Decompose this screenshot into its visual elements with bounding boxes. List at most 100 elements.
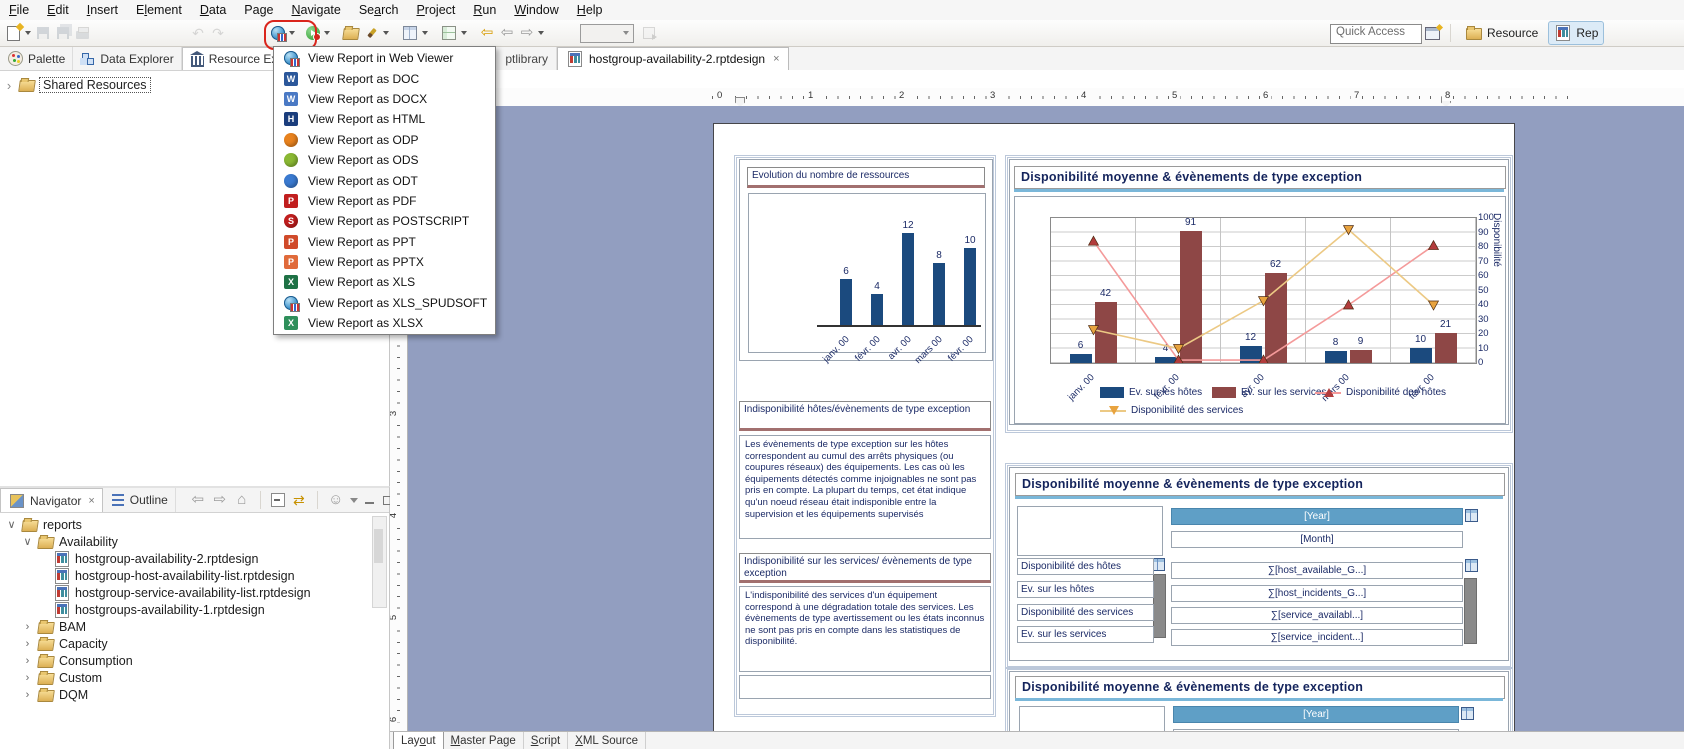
forward-icon[interactable]: ⇨	[212, 492, 228, 508]
crosstab-measure-cell[interactable]: ∑[host_available_G...]	[1171, 562, 1463, 579]
dropdown-caret-icon[interactable]	[461, 31, 467, 35]
menu-window[interactable]: Window	[505, 1, 567, 19]
twistie-expanded-icon[interactable]: ∨	[6, 518, 17, 531]
menu-data[interactable]: Data	[191, 1, 235, 19]
pin-editor-button[interactable]	[638, 22, 660, 44]
bar[interactable]	[840, 279, 852, 325]
crosstab-grid-icon[interactable]	[1461, 707, 1474, 720]
menu-item-view-report-as-docx[interactable]: WView Report as DOCX	[274, 89, 495, 109]
minimize-icon[interactable]	[364, 494, 376, 506]
left-chart-block[interactable]: Evolution du nombre de ressources 6janv.…	[739, 159, 993, 361]
menu-item-view-report-as-pdf[interactable]: PView Report as PDF	[274, 191, 495, 211]
print-button[interactable]	[73, 22, 92, 44]
perspective-resource-button[interactable]: Resource	[1460, 22, 1543, 44]
tab-palette[interactable]: Palette	[0, 47, 73, 70]
quick-access-input[interactable]: Quick Access	[1330, 24, 1422, 44]
dropdown-caret-icon[interactable]	[289, 31, 295, 35]
open-file-button[interactable]	[340, 22, 362, 44]
crosstab-measure-cell[interactable]: ∑[service_incident...]	[1171, 629, 1463, 646]
navigator-scrollbar[interactable]	[372, 516, 387, 608]
crosstab-month-header[interactable]: [Month]	[1171, 531, 1463, 548]
twistie-collapsed-icon[interactable]: ›	[22, 689, 33, 701]
crosstab-measure-cell[interactable]: ∑[service_availabl...]	[1171, 607, 1463, 624]
menu-search[interactable]: Search	[350, 1, 408, 19]
back-icon[interactable]: ⇦	[190, 492, 206, 508]
combo-chart-block[interactable]: Disponibilité moyenne & évènements de ty…	[1009, 159, 1509, 425]
bar[interactable]	[964, 248, 976, 325]
menu-project[interactable]: Project	[407, 1, 464, 19]
new-report-button[interactable]	[3, 22, 33, 44]
menu-item-view-report-as-xls-spudsoft[interactable]: View Report as XLS_SPUDSOFT	[274, 293, 495, 313]
menu-item-view-report-as-xlsx[interactable]: XView Report as XLSX	[274, 313, 495, 333]
link-with-editor-icon[interactable]: ⇄	[291, 492, 307, 508]
section1-body[interactable]: Les évènements de type exception sur les…	[739, 435, 991, 539]
crosstab-block[interactable]: Disponibilité moyenne & évènements de ty…	[1009, 467, 1509, 661]
menu-item-view-report-in-web-viewer[interactable]: View Report in Web Viewer	[274, 48, 495, 68]
tab-layout[interactable]: Layout	[393, 732, 444, 749]
menu-insert[interactable]: Insert	[78, 1, 127, 19]
report-page[interactable]: Evolution du nombre de ressources 6janv.…	[713, 123, 1515, 731]
menu-item-view-report-as-xls[interactable]: XView Report as XLS	[274, 272, 495, 292]
bar[interactable]	[902, 233, 914, 325]
format-painter-button[interactable]	[362, 22, 391, 44]
save-button[interactable]	[33, 22, 53, 44]
close-icon[interactable]: ×	[88, 495, 94, 507]
twistie-collapsed-icon[interactable]: ›	[22, 638, 33, 650]
twistie-collapsed-icon[interactable]: ›	[22, 672, 33, 684]
crosstab2-year-header[interactable]: [Year]	[1173, 706, 1459, 723]
menu-run[interactable]: Run	[464, 1, 505, 19]
launch-config-combo-button[interactable]	[576, 22, 638, 44]
up-icon[interactable]: ⌂	[234, 492, 250, 508]
left-chart-plot[interactable]: 6janv. 004févr. 0012avr. 008mars 0010fév…	[748, 193, 986, 353]
view-report-button[interactable]	[268, 22, 297, 44]
filters-icon[interactable]: ☺	[328, 492, 344, 508]
tree-item-hostgroup-availability-2-rptdesign[interactable]: hostgroup-availability-2.rptdesign	[0, 550, 389, 567]
view-menu-icon[interactable]	[350, 498, 358, 503]
tree-item-reports[interactable]: ∨reports	[0, 516, 389, 533]
menu-item-view-report-as-doc[interactable]: WView Report as DOC	[274, 68, 495, 88]
dropdown-caret-icon[interactable]	[383, 31, 389, 35]
crosstab2-block[interactable]: Disponibilité moyenne & évènements de ty…	[1009, 671, 1509, 731]
section2-heading[interactable]: Indisponibilité sur les services/ évènem…	[739, 553, 991, 583]
bar[interactable]	[871, 294, 883, 325]
crosstab-year-header[interactable]: [Year]	[1171, 508, 1463, 525]
menu-item-view-report-as-ods[interactable]: View Report as ODS	[274, 150, 495, 170]
menu-item-view-report-as-odt[interactable]: View Report as ODT	[274, 170, 495, 190]
menu-element[interactable]: Element	[127, 1, 191, 19]
dropdown-caret-icon[interactable]	[324, 31, 330, 35]
redo-button[interactable]: ↷	[208, 22, 228, 44]
undo-button[interactable]: ↶	[188, 22, 208, 44]
empty-text-block[interactable]	[739, 675, 991, 699]
crosstab-row-header[interactable]: Ev. sur les services	[1017, 626, 1154, 643]
menu-navigate[interactable]: Navigate	[282, 1, 349, 19]
menu-item-view-report-as-pptx[interactable]: PView Report as PPTX	[274, 252, 495, 272]
menu-edit[interactable]: Edit	[38, 1, 78, 19]
tab-data-explorer[interactable]: Data Explorer	[73, 47, 181, 70]
crosstab-row-header[interactable]: Disponibilité des hôtes	[1017, 558, 1154, 575]
twistie-collapsed-icon[interactable]: ›	[22, 621, 33, 633]
twistie-expanded-icon[interactable]: ∨	[22, 535, 33, 548]
dropdown-caret-icon[interactable]	[538, 31, 544, 35]
tab-outline[interactable]: Outline	[103, 488, 176, 512]
crosstab-row-header[interactable]: Ev. sur les hôtes	[1017, 581, 1154, 598]
crosstab-measure-cell[interactable]: ∑[host_incidents_G...]	[1171, 585, 1463, 602]
open-perspective-icon[interactable]	[1425, 27, 1440, 40]
close-icon[interactable]: ×	[773, 53, 779, 65]
last-edit-location-button[interactable]: ⇦	[477, 22, 497, 44]
tree-item-availability[interactable]: ∨Availability	[0, 533, 389, 550]
menu-help[interactable]: Help	[568, 1, 612, 19]
menu-item-view-report-as-odp[interactable]: View Report as ODP	[274, 130, 495, 150]
import-library-button[interactable]	[438, 22, 469, 44]
crosstab-scrollbar[interactable]	[1464, 578, 1477, 644]
insert-element-button[interactable]	[399, 22, 430, 44]
tab-xml-source[interactable]: XML Source	[568, 732, 646, 749]
crosstab-scrollbar[interactable]	[1153, 574, 1166, 638]
launch-combo-box[interactable]	[580, 24, 634, 43]
tree-item-hostgroup-service-availability-list-rptdesign[interactable]: hostgroup-service-availability-list.rptd…	[0, 584, 389, 601]
menu-item-view-report-as-ppt[interactable]: PView Report as PPT	[274, 232, 495, 252]
perspective-report-button[interactable]: Rep	[1548, 21, 1604, 45]
tab-script[interactable]: Script	[524, 732, 568, 749]
section1-heading[interactable]: Indisponibilité hôtes/évènements de type…	[739, 401, 991, 431]
twistie-collapsed-icon[interactable]: ›	[22, 655, 33, 667]
save-all-button[interactable]	[53, 22, 73, 44]
